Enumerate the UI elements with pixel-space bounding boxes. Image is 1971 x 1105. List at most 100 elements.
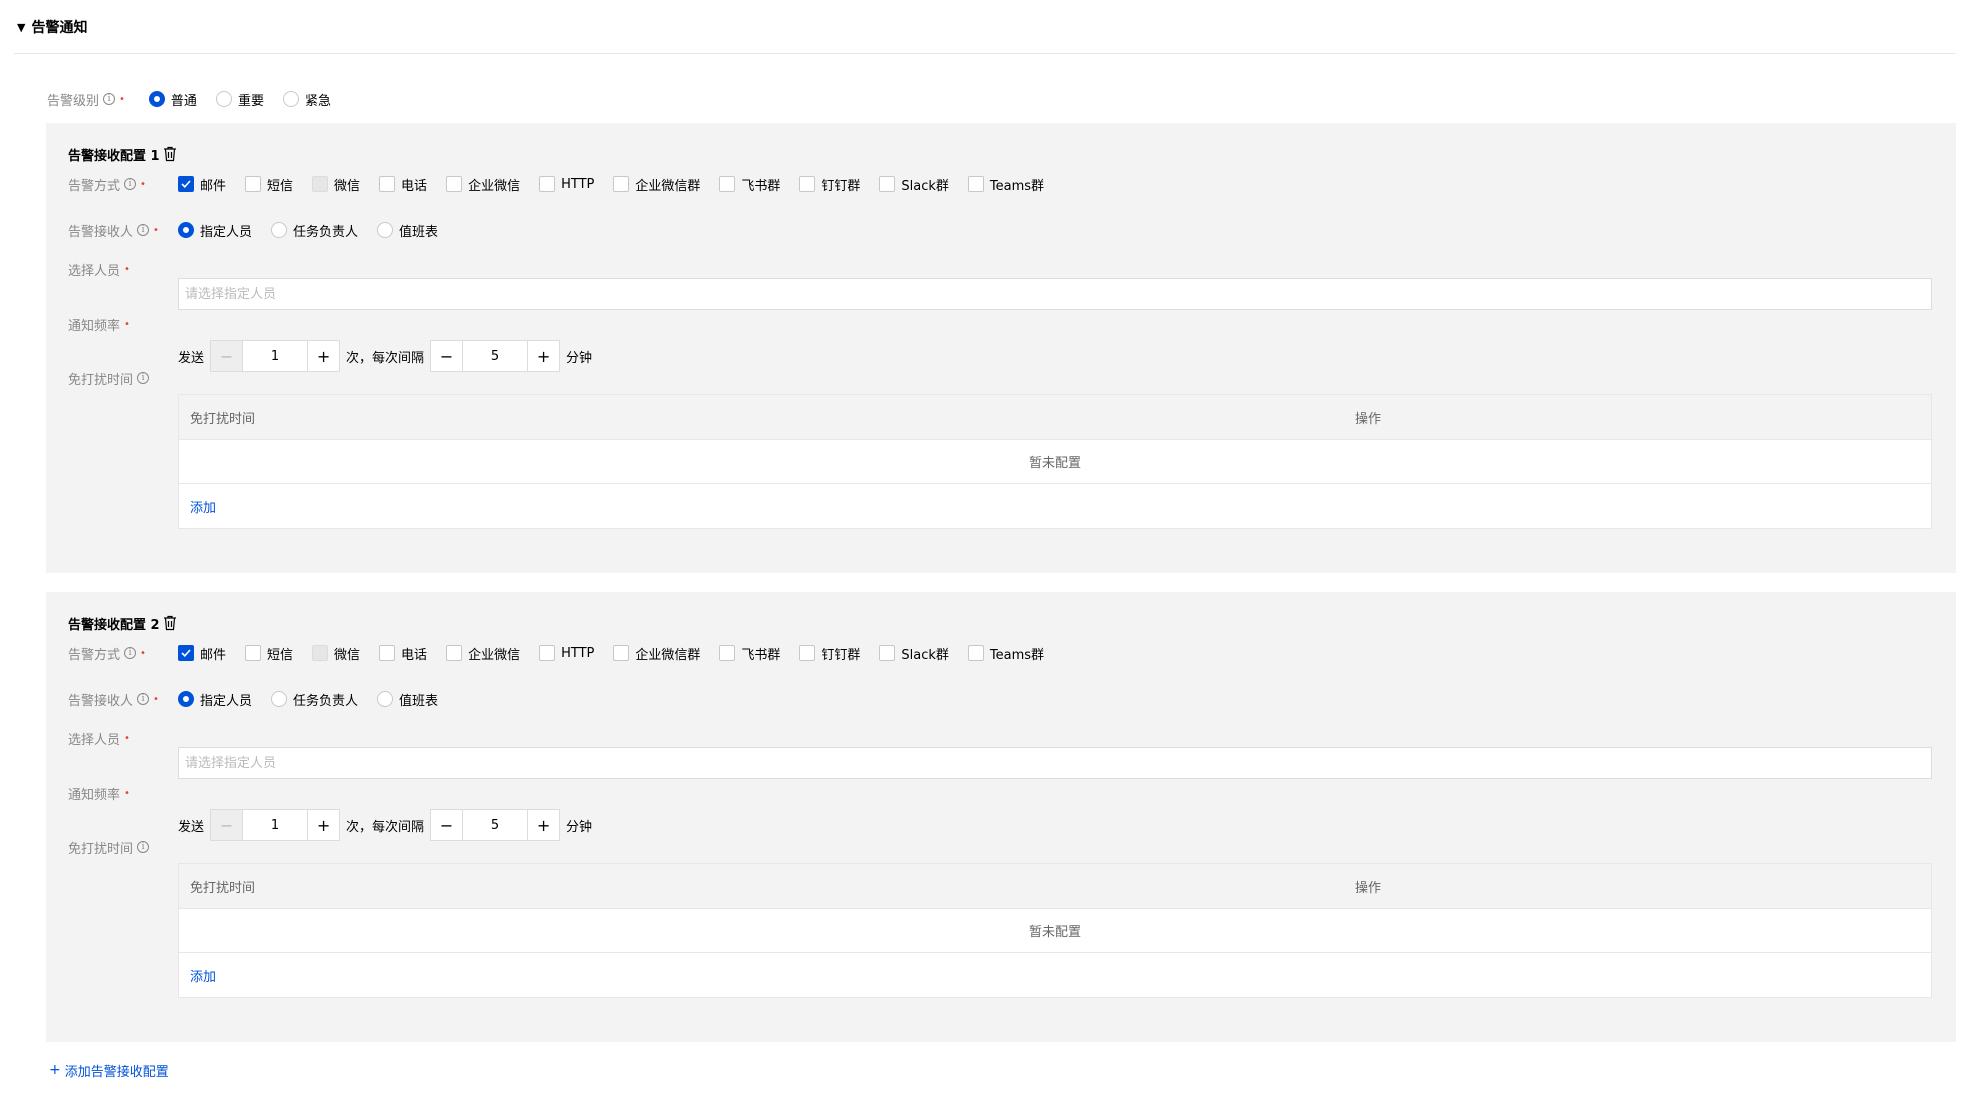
count-minus-button[interactable]: − [211,810,244,840]
interval-stepper[interactable]: − 5 + [430,809,561,841]
checkbox-method-3[interactable]: 电话 [379,644,427,663]
count-stepper[interactable]: − 1 + [210,340,341,372]
radio-circle-icon[interactable] [377,691,394,707]
radio-circle-icon[interactable] [377,222,394,238]
count-minus-button[interactable]: − [211,341,244,371]
radio-circle-icon[interactable] [148,91,165,107]
checkbox-box-icon[interactable] [613,176,630,192]
checkbox-method-6[interactable]: 企业微信群 [613,175,700,194]
add-config-label[interactable]: 添加告警接收配置 [65,1061,169,1080]
checkbox-box-icon[interactable] [539,645,556,661]
interval-plus-button[interactable]: + [527,810,559,840]
radio-circle-icon[interactable] [271,222,288,238]
add-config-link[interactable]: + 添加告警接收配置 [49,1059,169,1081]
radio-alert-level-2[interactable]: 紧急 [282,90,331,109]
checkbox-box-icon[interactable] [312,176,329,192]
info-icon[interactable]: i [137,693,150,705]
checkbox-box-icon[interactable] [967,176,984,192]
checkbox-label: 电话 [401,647,428,663]
info-icon[interactable]: i [103,93,116,105]
count-value[interactable]: 1 [243,810,307,840]
checkbox-method-8[interactable]: 钉钉群 [799,644,860,663]
radio-circle-icon[interactable] [178,691,194,707]
checkbox-box-icon[interactable] [613,645,630,661]
info-icon[interactable]: i [124,178,137,190]
required-mark: • [153,224,159,236]
checkbox-method-9[interactable]: Slack群 [879,644,949,663]
checkmark-icon[interactable] [178,645,194,661]
radio-receiver-0[interactable]: 指定人员 [178,221,252,240]
checkbox-method-10[interactable]: Teams群 [967,175,1044,194]
radio-circle-icon[interactable] [215,91,232,107]
checkbox-box-icon[interactable] [879,645,896,661]
checkbox-box-icon[interactable] [379,645,396,661]
interval-plus-button[interactable]: + [527,341,559,371]
checkbox-method-7[interactable]: 飞书群 [719,175,780,194]
frequency-controls: 发送 − 1 + 次，每次间隔 − 5 + 分钟 [178,809,598,841]
checkbox-box-icon[interactable] [799,645,816,661]
checkbox-method-4[interactable]: 企业微信 [446,175,520,194]
radio-receiver-0[interactable]: 指定人员 [178,690,252,709]
checkbox-method-7[interactable]: 飞书群 [719,644,780,663]
checkbox-method-9[interactable]: Slack群 [879,175,949,194]
checkbox-method-5[interactable]: HTTP [539,645,594,661]
checkbox-box-icon[interactable] [719,176,736,192]
count-plus-button[interactable]: + [307,341,339,371]
radio-receiver-1[interactable]: 任务负责人 [271,221,358,240]
checkbox-box-icon[interactable] [245,645,262,661]
checkbox-box-icon[interactable] [799,176,816,192]
dnd-add-link[interactable]: 添加 [179,953,1931,997]
interval-minus-button[interactable]: − [431,810,464,840]
checkbox-label: 企业微信 [468,178,521,194]
select-person-input[interactable] [178,747,1932,779]
checkbox-box-icon[interactable] [446,645,463,661]
radio-receiver-2[interactable]: 值班表 [377,221,438,240]
checkbox-method-0[interactable]: 邮件 [178,644,226,663]
trash-icon[interactable] [163,146,177,162]
checkbox-method-2[interactable]: 微信 [312,644,360,663]
checkbox-method-1[interactable]: 短信 [245,175,293,194]
checkbox-method-0[interactable]: 邮件 [178,175,226,194]
trash-icon[interactable] [163,615,177,631]
checkbox-method-4[interactable]: 企业微信 [446,644,520,663]
checkbox-box-icon[interactable] [719,645,736,661]
select-person-input[interactable] [178,278,1932,310]
interval-minus-button[interactable]: − [431,341,464,371]
checkbox-method-5[interactable]: HTTP [539,176,594,192]
info-icon[interactable]: i [137,372,150,384]
radio-alert-level-0[interactable]: 普通 [148,90,197,109]
info-icon[interactable]: i [124,647,137,659]
checkbox-box-icon[interactable] [312,645,329,661]
radio-receiver-1[interactable]: 任务负责人 [271,690,358,709]
checkbox-method-2[interactable]: 微信 [312,175,360,194]
interval-value[interactable]: 5 [463,810,527,840]
radio-alert-level-1[interactable]: 重要 [215,90,264,109]
checkbox-method-3[interactable]: 电话 [379,175,427,194]
checkbox-method-8[interactable]: 钉钉群 [799,175,860,194]
section-header[interactable]: ▼ 告警通知 [17,14,87,40]
checkbox-box-icon[interactable] [245,176,262,192]
interval-value[interactable]: 5 [463,341,527,371]
interval-stepper[interactable]: − 5 + [430,340,561,372]
radio-circle-icon[interactable] [282,91,299,107]
radio-circle-icon[interactable] [271,691,288,707]
checkbox-method-6[interactable]: 企业微信群 [613,644,700,663]
checkmark-icon[interactable] [178,176,194,192]
info-icon[interactable]: i [137,224,150,236]
count-stepper[interactable]: − 1 + [210,809,341,841]
caret-down-icon[interactable]: ▼ [17,21,25,34]
plus-icon[interactable]: + [49,1062,61,1078]
checkbox-method-10[interactable]: Teams群 [967,644,1044,663]
checkbox-box-icon[interactable] [446,176,463,192]
checkbox-box-icon[interactable] [879,176,896,192]
checkbox-box-icon[interactable] [379,176,396,192]
checkbox-box-icon[interactable] [967,645,984,661]
checkbox-box-icon[interactable] [539,176,556,192]
info-icon[interactable]: i [137,841,150,853]
radio-receiver-2[interactable]: 值班表 [377,690,438,709]
count-plus-button[interactable]: + [307,810,339,840]
radio-circle-icon[interactable] [178,222,194,238]
checkbox-method-1[interactable]: 短信 [245,644,293,663]
dnd-add-link[interactable]: 添加 [179,484,1931,528]
count-value[interactable]: 1 [243,341,307,371]
